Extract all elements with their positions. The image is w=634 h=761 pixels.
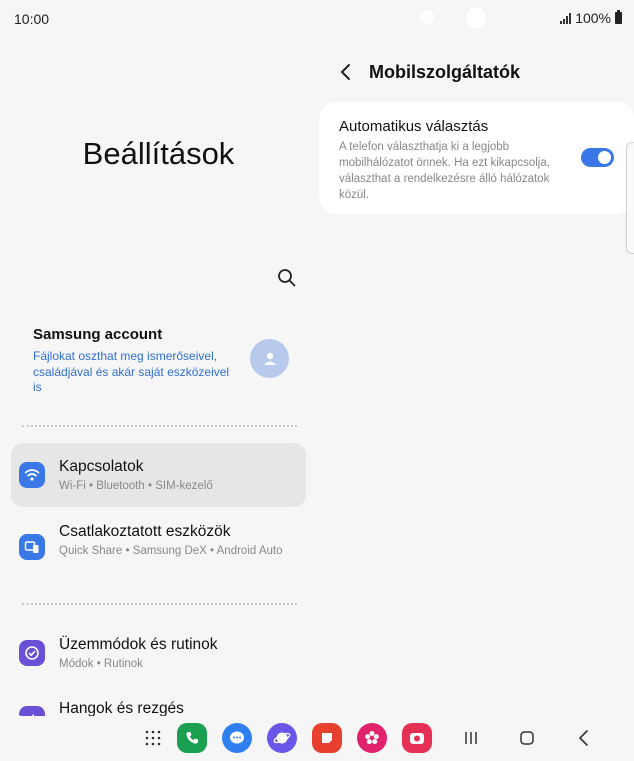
battery-icon [615, 10, 622, 24]
page-title: Beállítások [82, 136, 235, 171]
status-indicators: 100% [560, 10, 622, 26]
settings-item-label: Kapcsolatok [59, 458, 144, 475]
settings-item-label: Hangok és rezgés [59, 700, 184, 716]
wifi-icon [19, 462, 45, 488]
toggle-knob [598, 151, 611, 164]
settings-item-subtitle: Wi-Fi • Bluetooth • SIM-kezelő [59, 480, 213, 492]
check-circle-icon [19, 640, 45, 666]
account-description: Fájlokat oszthat meg ismerőseivel, csalá… [33, 349, 230, 394]
camera-cutout [420, 10, 434, 24]
search-icon[interactable] [276, 267, 298, 289]
camera-cutout-large [466, 8, 486, 28]
home-icon[interactable] [517, 728, 537, 748]
settings-item-connections[interactable]: Kapcsolatok Wi-Fi • Bluetooth • SIM-keze… [11, 443, 306, 507]
speaker-icon [19, 706, 45, 716]
option-title: Automatikus választás [339, 118, 489, 135]
automatic-selection-card[interactable]: Automatikus választás A telefon választh… [319, 102, 634, 214]
settings-item-subtitle: Módok • Rutinok [59, 658, 143, 670]
avatar[interactable] [250, 339, 289, 378]
signal-icon [560, 12, 572, 24]
detail-title: Mobilszolgáltatók [369, 62, 521, 82]
back-icon[interactable] [574, 728, 594, 748]
detail-pane: Mobilszolgáltatók Automatikus választás … [317, 36, 634, 716]
person-icon [263, 352, 276, 365]
divider [22, 603, 297, 605]
taskbar [0, 716, 634, 761]
settings-pane: Beállítások Samsung account Fájlokat osz… [0, 36, 317, 716]
back-chevron-icon[interactable] [339, 63, 353, 81]
apps-grid-icon[interactable] [138, 723, 168, 753]
automatic-selection-toggle[interactable] [581, 148, 614, 167]
notes-icon[interactable] [312, 723, 342, 753]
divider [22, 425, 297, 427]
status-bar: 10:00 100% [0, 0, 634, 36]
edge-panel-handle[interactable] [626, 142, 634, 254]
option-description: A telefon választhatja ki a legjobb mobi… [339, 141, 550, 201]
camera-icon[interactable] [402, 723, 432, 753]
devices-icon [19, 534, 45, 560]
battery-level: 100% [575, 10, 611, 26]
settings-item-subtitle: Quick Share • Samsung DeX • Android Auto [59, 545, 283, 557]
settings-item-sounds-vibration[interactable]: Hangok és rezgés [11, 692, 306, 716]
settings-item-label: Csatlakoztatott eszközök [59, 523, 231, 540]
phone-icon[interactable] [177, 723, 207, 753]
settings-item-label: Üzemmódok és rutinok [59, 636, 218, 653]
settings-item-modes-routines[interactable]: Üzemmódok és rutinok Módok • Rutinok [11, 626, 306, 682]
messages-icon[interactable] [222, 723, 252, 753]
settings-item-connected-devices[interactable]: Csatlakoztatott eszközök Quick Share • S… [11, 513, 306, 577]
recents-icon[interactable] [461, 728, 481, 748]
status-time: 10:00 [14, 11, 50, 27]
internet-icon[interactable] [267, 723, 297, 753]
gallery-icon[interactable] [357, 723, 387, 753]
